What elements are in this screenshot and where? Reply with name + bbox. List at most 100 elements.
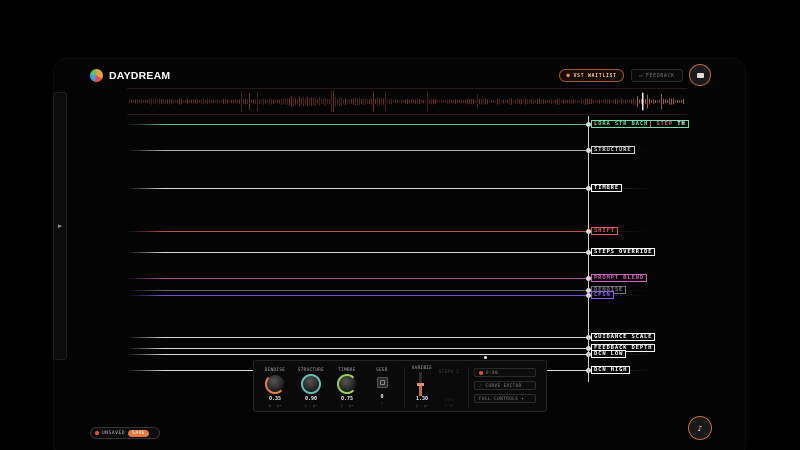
param-tag[interactable]: CFSN	[591, 291, 614, 299]
param-tag[interactable]: PROMPT BLEND	[591, 274, 648, 282]
waveform-bar	[229, 100, 230, 103]
param-lane-line	[127, 188, 591, 189]
vst-waitlist-button[interactable]: ● VST WAITLIST	[559, 69, 624, 82]
record-time: 0:00	[486, 370, 499, 375]
waveform-bar	[389, 98, 390, 105]
waveform-bar	[533, 99, 534, 104]
waveform-bar	[231, 99, 232, 104]
param-tag-label: TIMBRE	[594, 185, 620, 191]
waveform-bar	[595, 100, 596, 103]
knob-sub: 0 · p•	[268, 404, 282, 408]
waveform-bar	[521, 98, 522, 105]
waveform-bar	[587, 98, 588, 105]
waveform-bar	[511, 98, 512, 105]
menu-button[interactable]	[689, 64, 711, 86]
waveform-bar	[563, 99, 564, 104]
param-tag[interactable]: STRUCTURE	[591, 146, 635, 154]
app-logo[interactable]: DAYDREAM	[90, 69, 170, 82]
curve-editor-button[interactable]: ⟋ CURVE EDITOR	[474, 381, 536, 390]
waveform-bar	[541, 99, 542, 104]
param-tag[interactable]: LORA STR BACH STEP TH	[591, 120, 689, 128]
waveform-bar	[199, 100, 200, 103]
waveform-bar	[641, 99, 642, 104]
waveform-bar	[203, 98, 204, 105]
waveform-bar	[409, 99, 410, 104]
waveform-bar	[149, 99, 150, 104]
param-tag[interactable]: DCN HIGH	[591, 366, 631, 374]
waveform-bar	[579, 100, 580, 103]
slider-thumb[interactable]	[417, 383, 424, 387]
waveform-bar	[319, 96, 320, 107]
panel-drag-handle[interactable]	[484, 356, 487, 359]
waveform-bar	[413, 99, 414, 104]
waveform-bar	[361, 98, 362, 105]
waveform-bar	[245, 98, 246, 105]
steps-control: STEPS 2 TEMPO 0.00	[434, 369, 464, 408]
waveform-bar	[599, 99, 600, 104]
waveform-bar	[625, 99, 626, 104]
dice-icon[interactable]	[376, 377, 388, 388]
waveform-bar	[679, 100, 680, 103]
param-tag-label: LORA STR BACH	[594, 121, 649, 127]
save-button[interactable]: SAVE	[128, 429, 150, 437]
param-tag[interactable]: STEPS OVERRIDE	[591, 248, 656, 256]
variance-value: 1.30	[415, 396, 429, 402]
waveform-bar	[295, 98, 296, 105]
waveform-bar	[339, 97, 340, 106]
waveform-bar	[169, 98, 170, 105]
record-button[interactable]: 0:00	[474, 368, 536, 377]
waveform-bar	[501, 100, 502, 103]
denoise-knob[interactable]	[265, 373, 285, 394]
waveform-bar	[221, 100, 222, 103]
waveform-bar	[617, 98, 618, 105]
playhead[interactable]	[588, 116, 589, 382]
knob-timbre[interactable]: TIMBRE 0.75 2 · p•	[332, 367, 362, 408]
waveform-bar	[477, 94, 478, 109]
seed-sub: 7	[380, 402, 384, 406]
timbre-knob[interactable]	[337, 373, 357, 394]
waveform-bar	[167, 99, 168, 104]
param-tag[interactable]: DCN LOW	[591, 350, 627, 358]
waveform-bar	[481, 98, 482, 105]
waveform-bar	[191, 99, 192, 104]
waveform-bar	[465, 100, 466, 103]
param-lane-line	[127, 231, 591, 232]
param-tag[interactable]: GUIDANCE SCALE	[591, 333, 656, 341]
waveform-bar	[395, 99, 396, 104]
app-name: DAYDREAM	[109, 69, 171, 82]
param-lane-line	[127, 278, 591, 279]
waveform-bar	[453, 99, 454, 104]
waveform-bar	[189, 100, 190, 103]
waveform-bar	[399, 100, 400, 103]
waveform-bar	[223, 98, 224, 105]
waveform-bar	[201, 99, 202, 104]
variance-slider[interactable]	[417, 372, 424, 396]
param-tag[interactable]: TIMBRE	[591, 184, 623, 192]
feedback-button[interactable]: ▭ FEEDBACK	[631, 69, 683, 82]
waveform-bar	[493, 100, 494, 103]
music-fab-button[interactable]: ♪	[688, 416, 712, 440]
waveform-bar	[475, 100, 476, 103]
waveform-bar	[623, 99, 624, 104]
waveform-bar	[683, 98, 684, 105]
knob-structure[interactable]: STRUCTURE 0.90 1 · p•	[296, 367, 326, 408]
full-controls-button[interactable]: FULL CONTROLS ▾	[474, 394, 536, 403]
waveform-bar	[565, 98, 566, 105]
param-tag[interactable]: SHIFT	[591, 227, 618, 235]
seed-control[interactable]: SEED 0 7	[367, 367, 397, 406]
waveform-bar	[417, 98, 418, 105]
waveform-bar	[621, 98, 622, 105]
waveform-bar	[249, 92, 250, 111]
slider-fill	[419, 385, 422, 396]
side-panel-toggle[interactable]: ▶	[53, 92, 67, 360]
knob-value: 0.35	[268, 396, 282, 402]
waveform-bar	[173, 99, 174, 104]
knob-denoise[interactable]: DENOISE 0.35 0 · p•	[260, 367, 290, 408]
variance-control[interactable]: VARIBIE 1.30 2 · p•	[407, 365, 437, 408]
waveform-bar	[391, 98, 392, 105]
waveform-timeline[interactable]	[127, 88, 687, 115]
waveform-bar	[589, 99, 590, 104]
structure-knob[interactable]	[301, 373, 321, 394]
waveform-bar	[135, 99, 136, 104]
waveform-bar	[397, 100, 398, 103]
